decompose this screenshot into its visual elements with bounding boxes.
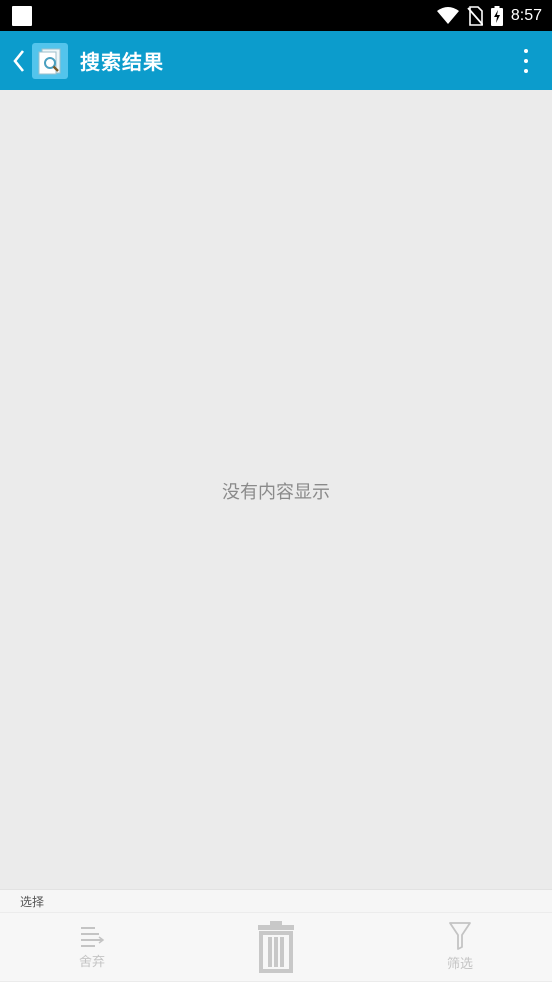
no-sim-icon (467, 6, 483, 26)
filter-label: 筛选 (446, 957, 473, 972)
wifi-icon (436, 7, 459, 25)
discard-button[interactable]: 舍弃 (62, 913, 122, 982)
empty-message: 没有内容显示 (222, 482, 330, 503)
select-label[interactable]: 选择 (20, 893, 44, 910)
status-bar: 8:57 (0, 0, 552, 31)
discard-lines-icon (79, 925, 105, 949)
battery-charging-icon (490, 6, 503, 26)
back-button[interactable] (4, 31, 34, 90)
delete-button[interactable] (246, 913, 306, 982)
status-time: 8:57 (510, 7, 542, 24)
search-results-area: 没有内容显示 (0, 90, 552, 889)
document-search-icon (32, 42, 68, 79)
discard-label: 舍弃 (78, 955, 105, 970)
chevron-left-icon (12, 49, 26, 73)
notification-square-icon (12, 6, 32, 26)
trash-icon (256, 921, 296, 973)
bottom-action-bar: 舍弃 筛选 (0, 912, 552, 981)
selection-bar: 选择 (0, 889, 552, 912)
page-title: 搜索结果 (80, 50, 164, 74)
filter-button[interactable]: 筛选 (430, 913, 490, 982)
filter-icon (448, 921, 472, 951)
more-vertical-icon[interactable] (514, 43, 538, 79)
app-bar: 搜索结果 (0, 31, 552, 90)
status-right-group: 8:57 (436, 4, 542, 28)
